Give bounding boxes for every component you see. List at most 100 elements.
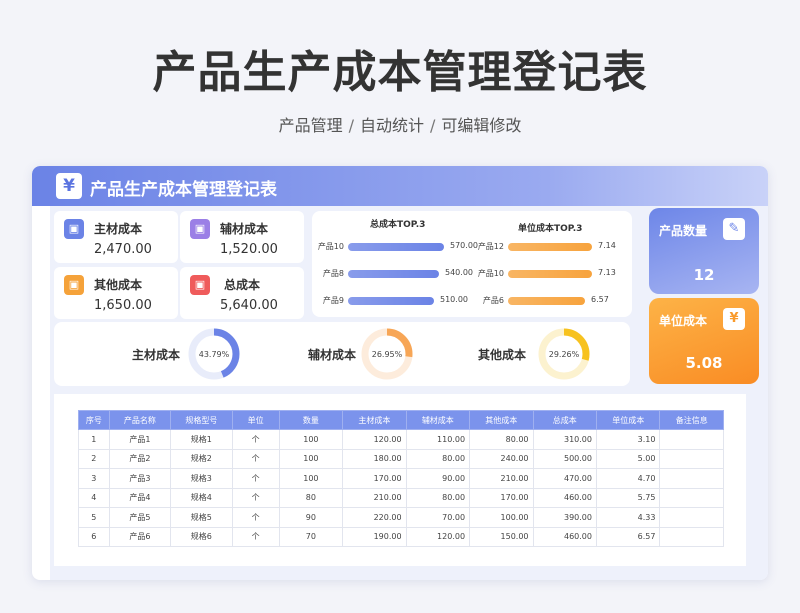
- subtitle-part: 自动统计: [359, 116, 424, 135]
- top3-bar: [348, 270, 439, 278]
- stat-value: 1,520.00: [220, 242, 278, 257]
- table-cell: 个: [231, 507, 280, 528]
- table-cell: 5.00: [595, 448, 661, 469]
- top3-bar-row: 产品9 510.00: [312, 294, 468, 308]
- table-row: 6 产品6 规格6 个 70 190.00 120.00 150.00 460.00 6.57: [78, 526, 724, 547]
- table-header-cell: 主材成本: [342, 410, 407, 430]
- top3-bar-row: 产品12 7.14: [472, 240, 622, 254]
- top3-bar-row: 产品10 7.13: [472, 267, 622, 281]
- top3-bar: [348, 243, 444, 251]
- top3-bar-label: 产品10: [477, 269, 504, 278]
- box-icon: ▣: [64, 275, 84, 295]
- donut-percent: 43.79%: [199, 350, 230, 359]
- top3-bar-value: 7.13: [598, 268, 616, 277]
- top3-bar-row: 产品8 540.00: [312, 267, 473, 281]
- card-header-title: 产品生产成本管理登记表: [90, 180, 277, 200]
- stat-card-other: ▣ 其他成本 1,650.00: [54, 267, 178, 319]
- table-cell: 70.00: [405, 507, 471, 528]
- page-subtitle: 产品管理 / 自动统计 / 可编辑修改: [0, 112, 800, 136]
- table-cell: 产品6: [108, 526, 172, 547]
- top3-bar-label: 产品10: [317, 242, 344, 251]
- table-cell: 120.00: [405, 526, 471, 547]
- top3-unit-title: 单位成本TOP.3: [518, 224, 583, 234]
- table-cell: 3: [78, 468, 110, 489]
- donut-label: 辅材成本: [308, 348, 357, 362]
- box-icon: ▣: [64, 219, 84, 239]
- kpi-value: 5.08: [685, 354, 723, 372]
- stat-label: 其他成本: [94, 278, 143, 292]
- top3-bar-label: 产品8: [322, 269, 344, 278]
- table-cell: 90: [278, 507, 344, 528]
- table-cell: 1: [78, 429, 110, 450]
- donut-row: 主材成本 43.79% 辅材成本 26.95% 其他成本 29.26%: [54, 322, 630, 386]
- table-cell: 190.00: [342, 526, 407, 547]
- table-header-cell: 单位成本: [595, 410, 661, 430]
- kpi-label: 单位成本: [659, 314, 708, 328]
- table-cell: 500.00: [532, 448, 597, 469]
- table-cell: 80.00: [405, 448, 471, 469]
- top3-bar: [508, 297, 585, 305]
- subtitle-part: 可编辑修改: [441, 116, 522, 135]
- stat-value: 1,650.00: [94, 298, 152, 313]
- yen-icon: ¥: [723, 308, 745, 330]
- table-cell: 产品1: [108, 429, 172, 450]
- top3-total-title: 总成本TOP.3: [370, 220, 426, 230]
- table-cell: 100.00: [469, 507, 534, 528]
- table-cell: 产品5: [108, 507, 172, 528]
- table-header-row: 序号 产品名称 规格型号 单位 数量 主材成本 辅材成本 其他成本 总成本 单位成本 备注信息: [78, 410, 724, 430]
- table-cell: 4: [78, 487, 110, 508]
- table-cell: 170.00: [342, 468, 407, 489]
- table-cell: 规格6: [170, 526, 233, 547]
- table-cell: 4.33: [595, 507, 661, 528]
- box-icon: ▣: [190, 219, 210, 239]
- donut-chart: 43.79%: [188, 328, 240, 380]
- donut-label: 其他成本: [478, 348, 527, 362]
- table-cell: 170.00: [469, 487, 534, 508]
- table-cell: 150.00: [469, 526, 534, 547]
- table-cell: 6: [78, 526, 110, 547]
- donut-label: 主材成本: [132, 348, 181, 362]
- table-cell: 310.00: [532, 429, 597, 450]
- table-cell: [659, 468, 724, 489]
- table-header-cell: 数量: [278, 410, 344, 430]
- subtitle-separator: /: [348, 116, 354, 135]
- top3-bar-row: 产品6 6.57: [472, 294, 622, 308]
- table-cell: 规格3: [170, 468, 233, 489]
- table-cell: 产品2: [108, 448, 172, 469]
- table-cell: 80.00: [405, 487, 471, 508]
- table-cell: 产品3: [108, 468, 172, 489]
- table-header-cell: 序号: [78, 410, 110, 430]
- table-header-cell: 辅材成本: [405, 410, 471, 430]
- table-row: 1 产品1 规格1 个 100 120.00 110.00 80.00 310.00 3.10: [78, 429, 724, 450]
- table-cell: 180.00: [342, 448, 407, 469]
- table-cell: 240.00: [469, 448, 534, 469]
- table-cell: 220.00: [342, 507, 407, 528]
- main-card: ¥ 产品生产成本管理登记表 ▣ 主材成本 2,470.00 ▣ 辅材成本 1,5…: [32, 166, 768, 580]
- table-cell: 个: [231, 429, 280, 450]
- yen-icon: ¥: [56, 173, 82, 199]
- table-cell: 80.00: [469, 429, 534, 450]
- table-cell: 100: [278, 468, 344, 489]
- table-cell: [659, 507, 724, 528]
- table-cell: 产品4: [108, 487, 172, 508]
- top3-bar-value: 7.14: [598, 241, 616, 250]
- donut-chart: 26.95%: [361, 328, 413, 380]
- table-cell: 390.00: [532, 507, 597, 528]
- table-cell: [659, 448, 724, 469]
- kpi-card-product-count: 产品数量 ✎ 12: [649, 208, 759, 294]
- subtitle-part: 产品管理: [278, 116, 343, 135]
- table-cell: 120.00: [342, 429, 407, 450]
- table-cell: 210.00: [469, 468, 534, 489]
- table-header-cell: 备注信息: [659, 410, 724, 430]
- donut-chart: 29.26%: [538, 328, 590, 380]
- stat-label: 辅材成本: [220, 222, 269, 236]
- stat-value: 2,470.00: [94, 242, 152, 257]
- stat-card-main-material: ▣ 主材成本 2,470.00: [54, 211, 178, 263]
- kpi-value: 12: [693, 266, 715, 284]
- kpi-card-unit-cost: 单位成本 ¥ 5.08: [649, 298, 759, 384]
- top3-bar: [508, 243, 592, 251]
- top3-bar: [508, 270, 592, 278]
- table-cell: 470.00: [532, 468, 597, 489]
- stat-label: 主材成本: [94, 222, 143, 236]
- table-cell: 2: [78, 448, 110, 469]
